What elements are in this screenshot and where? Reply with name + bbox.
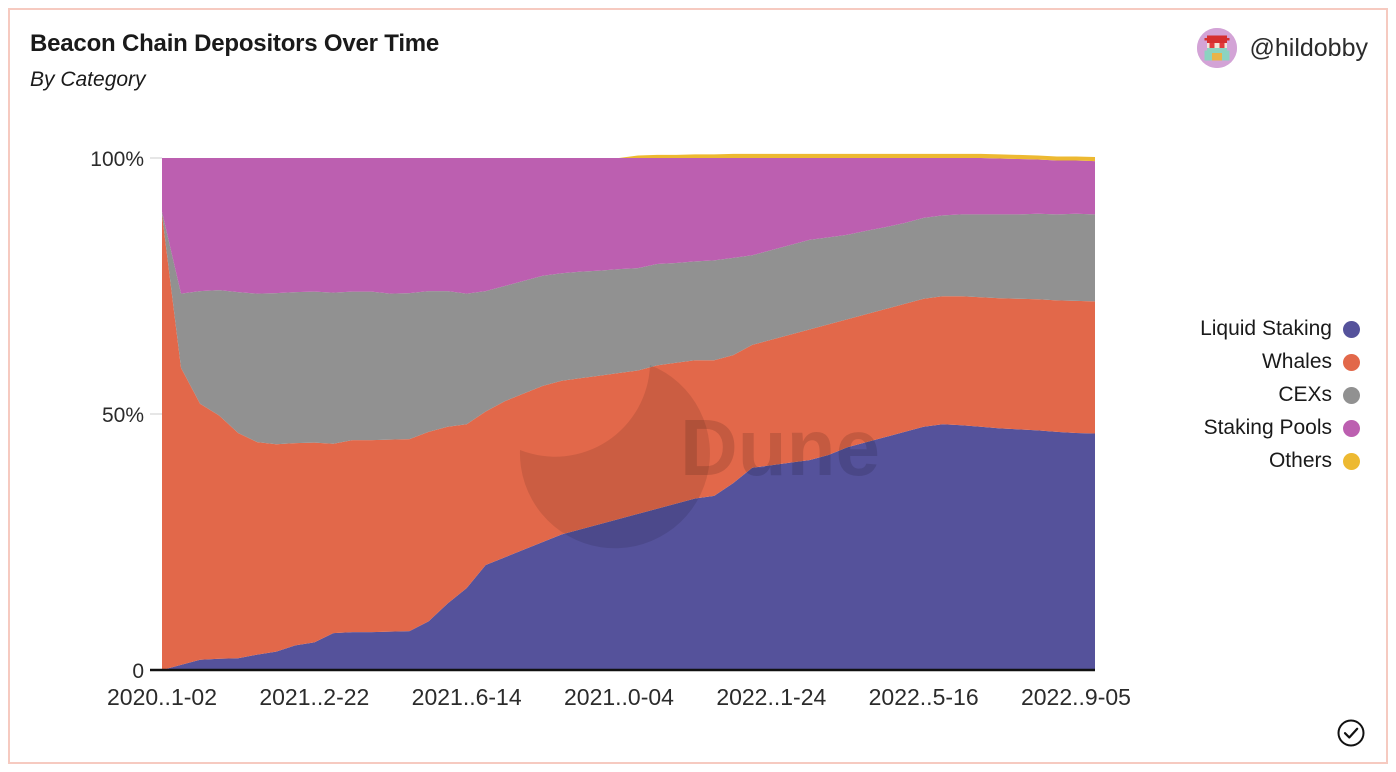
x-tick-label: 2021..6-14 xyxy=(412,684,522,710)
legend-color-swatch xyxy=(1343,353,1360,371)
legend-color-swatch xyxy=(1343,419,1360,437)
x-tick-label: 2020..1-02 xyxy=(107,684,217,710)
y-tick-label: 50% xyxy=(102,404,144,427)
legend-color-swatch xyxy=(1343,320,1360,338)
legend-color-swatch xyxy=(1343,452,1360,470)
x-tick-label: 2021..2-22 xyxy=(259,684,369,710)
legend-item-label: Liquid Staking xyxy=(1200,317,1332,340)
x-tick-label: 2022..9-05 xyxy=(1021,684,1131,710)
chart-legend: Liquid Staking Whales CEXs Staking Pools Oth… xyxy=(1200,317,1360,473)
x-tick-label: 2022..5-16 xyxy=(869,684,979,710)
x-axis-ticks: 2020..1-02 2021..2-22 2021..6-14 2021..0-04… xyxy=(107,684,1131,710)
x-tick-label: 2022..1-24 xyxy=(716,684,826,710)
check-circle-icon[interactable] xyxy=(1336,718,1366,748)
legend-item-label: Whales xyxy=(1261,350,1332,373)
y-tick-label: 0 xyxy=(132,660,144,683)
legend-item[interactable]: Staking Pools xyxy=(1204,416,1360,440)
legend-item[interactable]: Liquid Staking xyxy=(1200,317,1360,341)
y-axis-ticks: 0 50% 100% xyxy=(90,148,162,683)
legend-item-label: Staking Pools xyxy=(1203,416,1332,439)
legend-item-label: Others xyxy=(1268,449,1332,472)
stacked-area-chart: Dune 0 50% 100% 2020..1-02 2021..2-22 2021..… xyxy=(90,148,1131,710)
legend-item[interactable]: CEXs xyxy=(1278,383,1360,407)
legend-item-label: CEXs xyxy=(1278,383,1332,406)
watermark-label: Dune xyxy=(680,403,880,492)
legend-item[interactable]: Whales xyxy=(1262,350,1360,374)
legend-item[interactable]: Others xyxy=(1269,449,1360,473)
chart-card: Beacon Chain Depositors Over Time By Cat… xyxy=(8,8,1388,764)
legend-color-swatch xyxy=(1343,386,1360,404)
chart-areas xyxy=(162,153,1095,670)
y-tick-label: 100% xyxy=(90,148,144,171)
x-tick-label: 2021..0-04 xyxy=(564,684,674,710)
